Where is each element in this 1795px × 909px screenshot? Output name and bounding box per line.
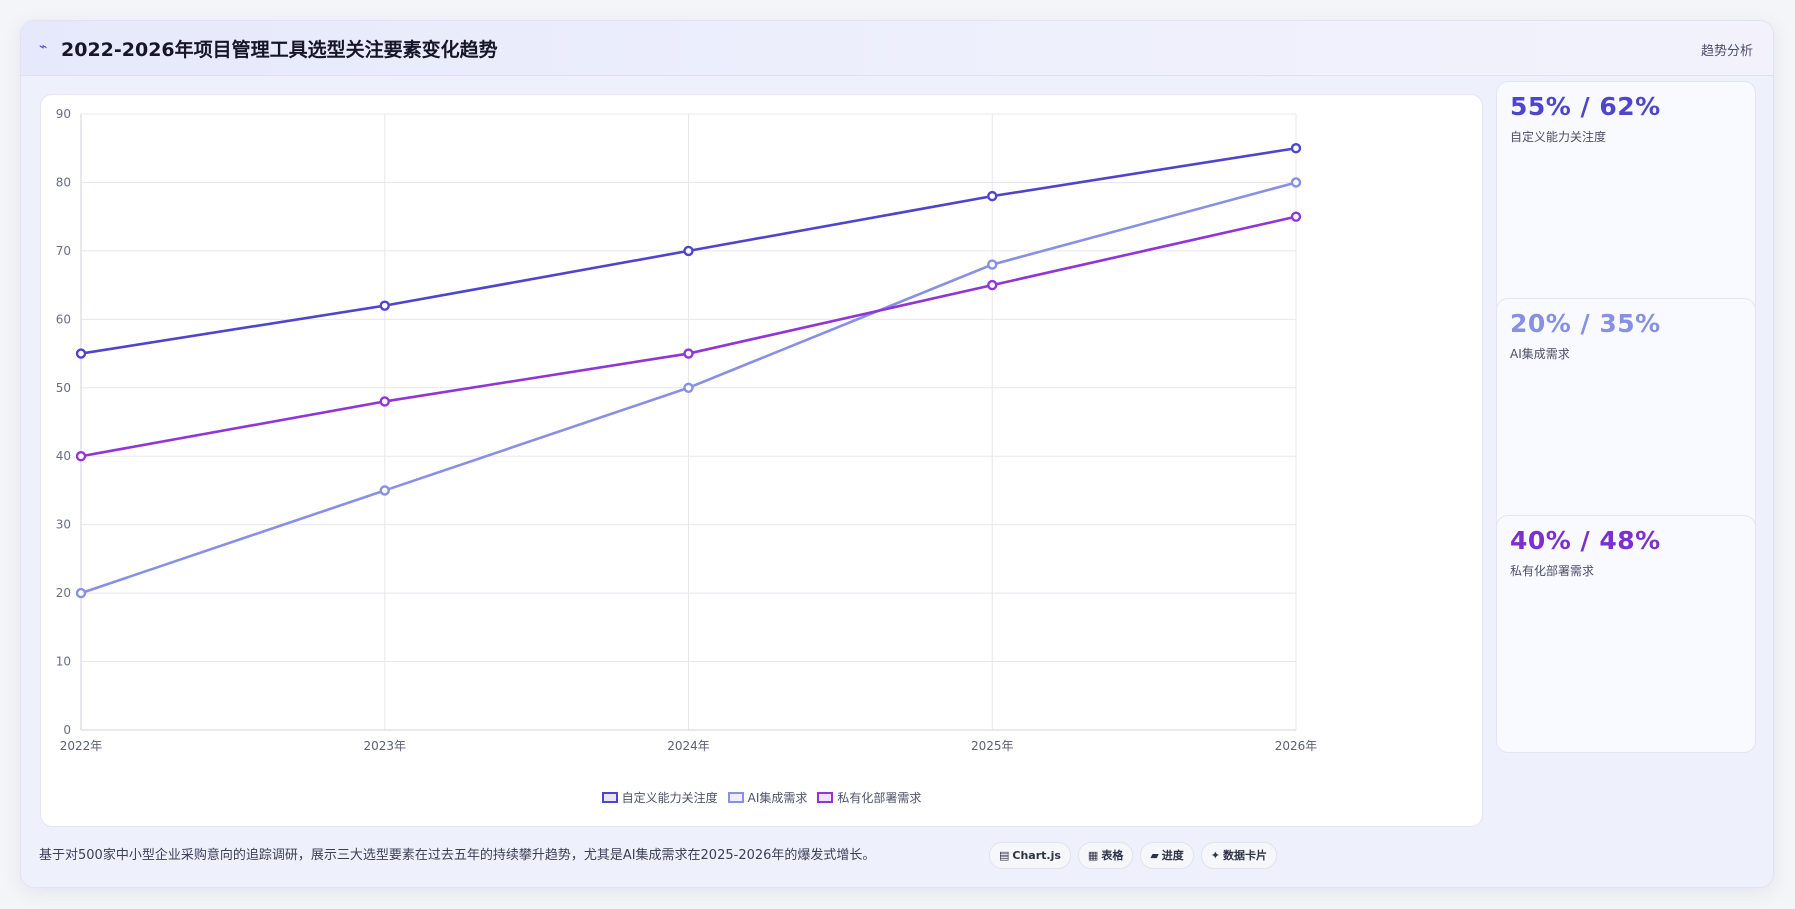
y-tick-label: 90 (56, 107, 71, 121)
chip-chartjs[interactable]: ▤ Chart.js (989, 842, 1071, 869)
tech-chips: ▤ Chart.js ▦ 表格 ▰ 进度 ✦ 数据卡片 (989, 842, 1284, 869)
data-card-icon: ✦ (1210, 849, 1221, 862)
x-tick-label: 2022年 (60, 739, 103, 753)
page-title: 2022-2026年项目管理工具选型关注要素变化趋势 (61, 39, 498, 61)
progress-icon: ▰ (1150, 849, 1159, 862)
chip-label: 表格 (1101, 849, 1124, 862)
chart-legend: 自定义能力关注度 AI集成需求 私有化部署需求 (41, 789, 1482, 805)
data-point (1290, 211, 1302, 222)
legend-label: 自定义能力关注度 (621, 791, 718, 805)
trend-analysis-tag[interactable]: 趋势分析 (1701, 40, 1753, 59)
data-point (75, 587, 87, 599)
chip-table[interactable]: ▦ 表格 (1077, 842, 1134, 869)
chart-icon: ▤ (999, 849, 1010, 862)
y-tick-label: 20 (56, 586, 71, 600)
y-tick-label: 30 (56, 518, 71, 532)
legend-swatch (601, 792, 618, 803)
legend-swatch (817, 792, 834, 803)
stat-card-ai: 20% / 35% AI集成需求 (1496, 298, 1756, 536)
data-point (379, 300, 390, 311)
data-point (683, 245, 694, 257)
line-chart-panel: 0 10 20 30 40 50 60 70 80 90 2022年 2023年 2024年 2025年 2… (40, 94, 1483, 827)
legend-item[interactable]: 私有化部署需求 (817, 789, 921, 806)
trend-line-icon: ⌁ (39, 39, 48, 55)
table-icon: ▦ (1087, 849, 1099, 862)
data-point (683, 348, 694, 359)
data-point (75, 451, 87, 462)
chip-data-card[interactable]: ✦ 数据卡片 (1200, 842, 1278, 869)
data-point (683, 382, 694, 393)
legend-label: 私有化部署需求 (837, 791, 922, 805)
y-tick-label: 80 (56, 175, 71, 189)
x-tick-label: 2023年 (363, 739, 406, 753)
card-header: ⌁ 2022-2026年项目管理工具选型关注要素变化趋势 趋势分析 (21, 21, 1773, 76)
stat-value: 40% / 48% (1510, 526, 1661, 555)
stat-label: 自定义能力关注度 (1510, 130, 1607, 144)
data-point (379, 485, 390, 496)
y-tick-label: 10 (56, 655, 71, 669)
footer-note: 基于对500家中小型企业采购意向的追踪调研，展示三大选型要素在过去五年的持续攀升… (39, 848, 876, 863)
stat-value: 55% / 62% (1510, 92, 1661, 121)
legend-label: AI集成需求 (747, 791, 808, 805)
line-chart: 0 10 20 30 40 50 60 70 80 90 2022年 2023年 2024年 2025年 2… (56, 107, 1318, 753)
chip-label: 数据卡片 (1223, 849, 1268, 862)
chip-label: 进度 (1161, 849, 1184, 862)
legend-swatch (727, 792, 744, 803)
y-tick-label: 50 (56, 381, 71, 395)
y-tick-label: 40 (56, 449, 71, 463)
data-point (75, 348, 87, 359)
stat-card-private: 40% / 48% 私有化部署需求 (1496, 515, 1756, 753)
data-point (987, 190, 998, 202)
stat-value: 20% / 35% (1510, 309, 1661, 338)
legend-item[interactable]: AI集成需求 (727, 789, 808, 806)
y-tick-label: 60 (56, 312, 71, 326)
y-tick-label: 0 (63, 723, 71, 737)
stat-label: AI集成需求 (1510, 347, 1570, 361)
data-point (379, 396, 390, 407)
data-point (1290, 143, 1302, 154)
chip-progress[interactable]: ▰ 进度 (1140, 842, 1194, 869)
legend-item[interactable]: 自定义能力关注度 (601, 789, 718, 806)
stat-card-custom: 55% / 62% 自定义能力关注度 (1496, 81, 1756, 319)
x-tick-label: 2024年 (667, 739, 710, 753)
x-tick-label: 2026年 (1275, 739, 1318, 753)
y-tick-label: 70 (56, 244, 71, 258)
data-point (987, 279, 998, 291)
report-card: ⌁ 2022-2026年项目管理工具选型关注要素变化趋势 趋势分析 0 10 20 3… (20, 20, 1774, 888)
chip-label: Chart.js (1012, 849, 1061, 862)
data-point (1290, 177, 1302, 188)
x-tick-label: 2025年 (971, 739, 1014, 753)
stat-label: 私有化部署需求 (1510, 564, 1595, 578)
data-point (987, 259, 998, 270)
